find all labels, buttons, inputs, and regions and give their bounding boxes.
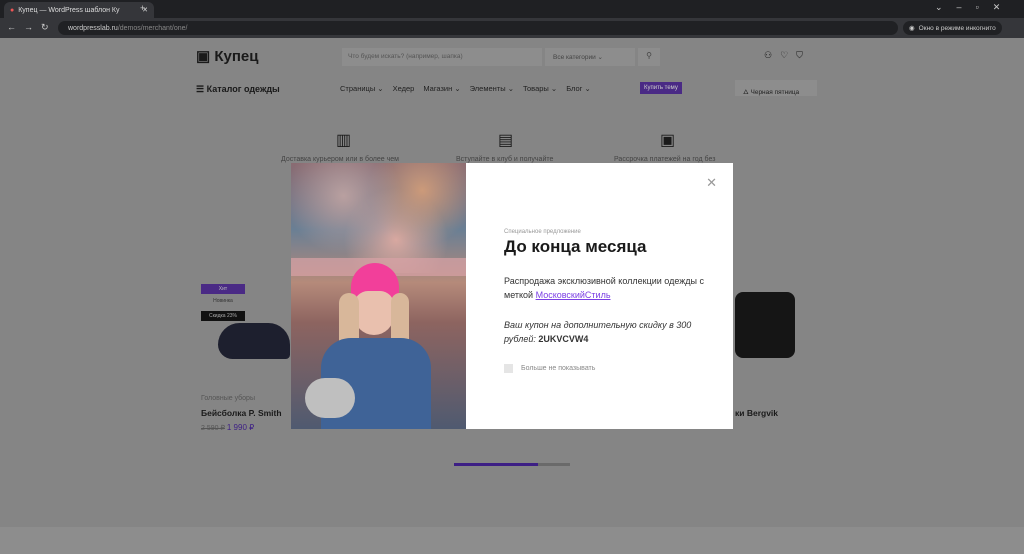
nav-item[interactable]: Товары ⌄ — [523, 84, 557, 93]
fire-icon: 🜂 — [743, 89, 749, 96]
coupon-text: Ваш купон на дополнительную скидку в 300… — [504, 320, 692, 344]
city-icon: ▥ — [336, 132, 352, 149]
nav-buttons[interactable]: ←→↻ — [7, 22, 57, 33]
nav-item[interactable]: Хедер — [393, 84, 415, 93]
cap-image[interactable] — [218, 323, 290, 359]
nav-item[interactable]: Элементы ⌄ — [470, 84, 514, 93]
badge-new: Новинка — [213, 298, 233, 304]
feature-text: Вступайте в клуб и получайте — [456, 156, 554, 163]
modal-title: До конца месяца — [504, 237, 647, 256]
search-input[interactable]: Что будем искать? (например, шапка) — [342, 48, 542, 66]
promo-modal: ✕ Специальное предложение До конца месяц… — [466, 163, 733, 429]
new-tab-icon[interactable]: + — [140, 3, 145, 13]
nav-item[interactable]: Страницы ⌄ — [340, 84, 384, 93]
incognito-badge[interactable]: ◉ Окно в режиме инкогнито — [903, 21, 1002, 35]
nav-item[interactable]: Магазин ⌄ — [423, 84, 460, 93]
heart-icon[interactable]: ♡ — [780, 50, 796, 60]
window-controls[interactable]: ⌄–▫✕ — [935, 2, 1014, 13]
incognito-icon: ◉ — [909, 25, 915, 32]
gloves-image[interactable] — [735, 292, 795, 358]
slider-scrollbar[interactable] — [454, 463, 570, 466]
user-icon[interactable]: ⚇ — [764, 50, 780, 60]
modal-eyebrow: Специальное предложение — [504, 229, 581, 235]
feature-text: Доставка курьером или в более чем — [281, 156, 399, 163]
category-select[interactable]: Все категории ⌄ — [545, 48, 635, 66]
coupon-code: 2UKVCVW4 — [538, 334, 589, 344]
favicon-icon: ● — [10, 6, 15, 14]
product-name[interactable]: ки Bergvik — [735, 408, 778, 418]
close-icon[interactable]: ✕ — [706, 175, 717, 191]
search-button[interactable]: ⚲ — [638, 48, 660, 66]
old-price: 2 590 ₽ — [201, 425, 225, 432]
badge-hit: Хит — [201, 284, 245, 294]
tag-link[interactable]: МосковскийСтиль — [536, 290, 611, 300]
promo-link[interactable]: 🜂 Черная пятница — [735, 80, 817, 96]
buy-theme-button[interactable]: Купить тему — [640, 82, 682, 94]
feature-text: Рассрочка платежей на год без — [614, 156, 716, 163]
id-card-icon: ▤ — [498, 132, 514, 149]
bag-icon[interactable]: ⛉ — [796, 50, 811, 60]
dont-show-checkbox[interactable]: Больше не показывать — [504, 364, 595, 373]
hamburger-icon: ☰ — [196, 84, 205, 94]
logo[interactable]: ▣ Купец — [196, 47, 258, 65]
modal-text: Распродажа эксклюзивной коллекции одежды… — [504, 276, 704, 300]
checkbox[interactable] — [504, 364, 513, 373]
nav-item[interactable]: Блог ⌄ — [566, 84, 591, 93]
product-name[interactable]: Бейсболка P. Smith — [201, 408, 282, 418]
footer-band — [0, 527, 1024, 554]
promo-photo — [291, 163, 466, 429]
badge-sale: Скидка 23% — [201, 311, 245, 321]
product-category: Головные уборы — [201, 395, 255, 402]
header-icons[interactable]: ⚇♡⛉ — [764, 50, 811, 61]
main-nav: Страницы ⌄ Хедер Магазин ⌄ Элементы ⌄ То… — [340, 84, 591, 93]
wallet-icon: ▣ — [660, 132, 676, 149]
price: 1 990 ₽ — [226, 423, 255, 432]
wallet-icon: ▣ — [196, 48, 211, 65]
address-bar[interactable]: wordpresslab.ru/demos/merchant/one/ — [58, 21, 898, 35]
browser-tab[interactable]: ● Купец — WordPress шаблон Ку ✕ — [4, 2, 154, 18]
slider-progress — [454, 463, 538, 466]
catalog-menu[interactable]: ☰ Каталог одежды — [196, 84, 280, 95]
